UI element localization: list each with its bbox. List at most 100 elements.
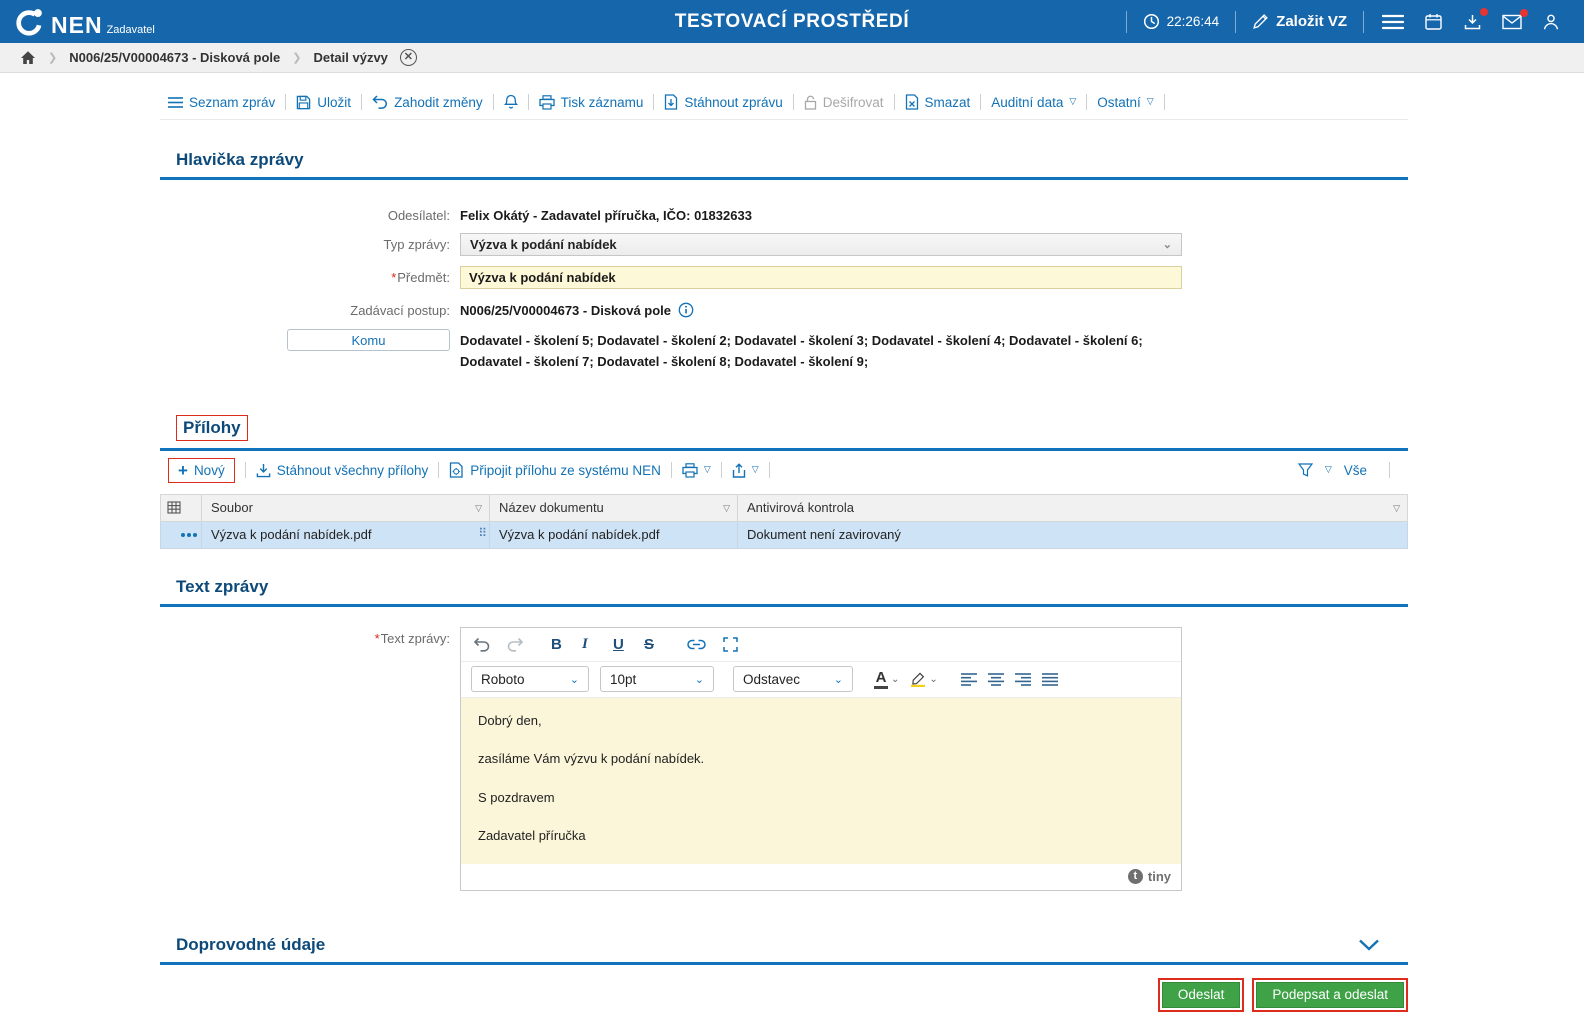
info-icon[interactable] [678, 302, 694, 318]
message-type-select[interactable]: Výzva k podání nabídek ⌄ [460, 233, 1182, 256]
toolbar-separator [285, 94, 287, 110]
sender-label: Odesílatel: [387, 208, 450, 223]
downloads-icon[interactable] [1461, 7, 1488, 33]
menu-icon[interactable] [1380, 12, 1406, 32]
chevron-down-icon: ⌄ [833, 673, 843, 686]
column-header-file[interactable]: Soubor ▽ [201, 493, 490, 522]
message-line: S pozdravem [478, 789, 555, 805]
column-filter-icon[interactable]: ▽ [723, 503, 730, 514]
highlight-color-button[interactable]: ⌄ [910, 671, 938, 688]
filter-triangle-icon[interactable]: ▽ [1325, 464, 1332, 475]
save-icon [296, 95, 311, 110]
discard-changes-button[interactable]: Zahodit změny [372, 95, 483, 110]
record-toolbar: Seznam zpráv Uložit Zahodit změny Tisk z… [160, 85, 1408, 120]
column-filter-icon[interactable]: ▽ [475, 503, 482, 514]
chevron-down-icon: ⌄ [929, 673, 938, 685]
align-right-icon[interactable] [1014, 672, 1031, 686]
section-title-attachments: Přílohy [160, 414, 1408, 441]
column-header-antivirus[interactable]: Antivirová kontrola ▽ [737, 493, 1408, 522]
funnel-icon[interactable] [1297, 463, 1313, 477]
print-attachments-button[interactable]: ▽ [682, 462, 711, 478]
toolbar-separator [1163, 94, 1165, 110]
list-messages-label: Seznam zpráv [189, 94, 276, 110]
bold-button[interactable]: B [551, 636, 565, 653]
attachments-toolbar: + Nový Stáhnout všechny přílohy Připojit… [160, 451, 1408, 489]
new-attachment-button[interactable]: + Nový [168, 457, 235, 483]
print-record-button[interactable]: Tisk záznamu [538, 95, 643, 110]
chevron-down-icon: ⌄ [1162, 239, 1172, 251]
section-rule [160, 603, 1408, 607]
save-button[interactable]: Uložit [296, 95, 351, 110]
breadcrumb-separator-icon: ❯ [292, 52, 302, 64]
message-type-value: Výzva k podání nabídek [470, 237, 617, 252]
section-rule [160, 961, 1408, 965]
notifications-button[interactable] [503, 94, 518, 110]
section-title-header: Hlavička zprávy [176, 150, 304, 169]
align-center-icon[interactable] [987, 672, 1004, 686]
list-messages-button[interactable]: Seznam zpráv [168, 95, 275, 110]
other-label: Ostatní [1097, 94, 1141, 110]
row-menu-cell[interactable] [160, 520, 202, 549]
form-row-subject: *Předmět: [160, 266, 1408, 289]
other-button[interactable]: Ostatní ▽ [1097, 95, 1153, 110]
breadcrumb-item-procedure[interactable]: N006/25/V00004673 - Disková pole [69, 50, 280, 65]
download-message-label: Stáhnout zprávu [684, 94, 783, 110]
drag-handle-icon[interactable]: ⠿ [478, 527, 487, 539]
text-color-button[interactable]: A ⌄ [874, 669, 899, 690]
user-icon[interactable] [1540, 11, 1562, 33]
create-vz-button[interactable]: Založit VZ [1252, 13, 1347, 30]
font-family-select[interactable]: Roboto ⌄ [471, 666, 589, 693]
fullscreen-icon[interactable] [723, 636, 738, 652]
download-document-icon [664, 94, 678, 110]
calendar-icon[interactable] [1422, 11, 1445, 33]
column-filter-icon[interactable]: ▽ [1393, 503, 1400, 514]
message-body-editable[interactable]: Dobrý den, zasíláme Vám výzvu k podání n… [461, 697, 1181, 864]
form-row-recipients: Komu Dodavatel - školení 5; Dodavatel - … [160, 328, 1408, 373]
align-left-icon[interactable] [960, 672, 977, 686]
tiny-brand[interactable]: tiny [1148, 869, 1171, 884]
link-icon[interactable] [687, 639, 706, 650]
topbar-separator [1363, 10, 1364, 33]
new-attachment-label: Nový [193, 462, 225, 478]
export-attachments-button[interactable]: ▽ [732, 462, 759, 478]
home-icon[interactable] [20, 50, 36, 65]
attach-from-nen-button[interactable]: Připojit přílohu ze systému NEN [449, 462, 661, 478]
clock-widget: 22:26:44 [1143, 13, 1219, 30]
sign-and-send-button[interactable]: Podepsat a odeslat [1256, 981, 1404, 1008]
breadcrumb-item-current[interactable]: Detail výzvy [313, 50, 387, 65]
download-message-button[interactable]: Stáhnout zprávu [664, 94, 783, 110]
undo-icon[interactable] [473, 637, 490, 652]
subject-input[interactable] [460, 266, 1182, 289]
clock-icon [1143, 13, 1160, 30]
attachment-doc-name-cell: Výzva k podání nabídek.pdf [489, 520, 738, 549]
column-chooser-header[interactable] [160, 493, 202, 522]
bell-icon [503, 94, 518, 110]
column-header-doc-name[interactable]: Název dokumentu ▽ [489, 493, 738, 522]
messages-icon[interactable] [1500, 8, 1528, 32]
delete-document-icon [905, 94, 919, 110]
toolbar-separator [720, 462, 722, 479]
underline-button[interactable]: U [613, 636, 627, 653]
download-all-attachments-button[interactable]: Stáhnout všechny přílohy [256, 463, 428, 478]
delete-button[interactable]: Smazat [905, 94, 970, 110]
recipients-button[interactable]: Komu [287, 329, 450, 351]
italic-button[interactable]: I [582, 636, 596, 653]
audit-data-button[interactable]: Auditní data ▽ [991, 95, 1076, 110]
expand-section-icon[interactable] [1358, 939, 1380, 951]
recipients-value: Dodavatel - školení 5; Dodavatel - škole… [460, 333, 1143, 369]
discard-changes-label: Zahodit změny [394, 94, 483, 110]
show-all-filter[interactable]: Vše [1344, 463, 1367, 478]
attachment-row[interactable]: Výzva k podání nabídek.pdf ⠿ Výzva k pod… [160, 520, 1408, 549]
topbar-separator [1125, 10, 1127, 33]
align-justify-icon[interactable] [1041, 672, 1058, 686]
block-format-select[interactable]: Odstavec ⌄ [733, 666, 853, 693]
nen-logo[interactable]: NEN Zadavatel [14, 7, 155, 37]
font-size-select[interactable]: 10pt ⌄ [600, 666, 714, 693]
dropdown-triangle-icon: ▽ [751, 463, 759, 474]
row-menu-icon [173, 533, 189, 538]
send-button[interactable]: Odeslat [1161, 981, 1241, 1008]
notification-badge [1520, 8, 1528, 17]
strikethrough-button[interactable]: S [644, 636, 658, 653]
close-tab-icon[interactable]: ✕ [399, 49, 417, 66]
redo-icon[interactable] [507, 637, 524, 652]
